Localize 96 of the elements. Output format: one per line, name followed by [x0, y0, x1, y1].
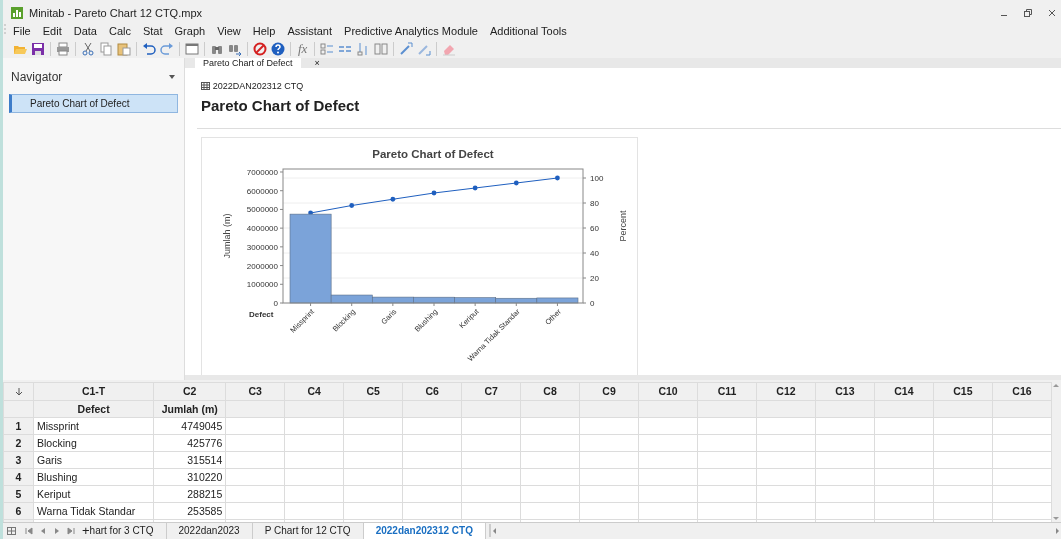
table-cell[interactable]: Keriput — [33, 485, 154, 503]
save-icon[interactable] — [31, 41, 45, 56]
menu-item[interactable]: Data — [67, 21, 103, 40]
cancel-icon[interactable] — [253, 41, 267, 56]
column-header[interactable]: C15 — [933, 382, 993, 401]
menu-item[interactable]: Stat — [136, 21, 169, 40]
worksheet-icon — [201, 82, 210, 91]
table-cell[interactable]: 4749045 — [153, 417, 226, 435]
column-header[interactable]: C3 — [225, 382, 285, 401]
next-sheet-icon[interactable] — [53, 527, 61, 535]
sheet-tab[interactable]: 2022dan2023 — [166, 523, 253, 539]
column-layout-icon[interactable] — [320, 41, 335, 56]
column-header[interactable]: C12 — [756, 382, 816, 401]
sheet-tab[interactable]: P Chart for 12 CTQ — [252, 523, 364, 539]
axis-label: Defect — [249, 309, 274, 319]
menu-item[interactable]: Help — [246, 21, 282, 40]
grip-icon — [3, 21, 7, 36]
column-header[interactable]: C14 — [874, 382, 934, 401]
first-sheet-icon[interactable] — [25, 527, 33, 535]
axis-tick-label: 1000000 — [246, 280, 278, 289]
column-header[interactable]: C1-T — [33, 382, 154, 401]
paste-icon[interactable] — [117, 41, 131, 56]
navigator-item[interactable]: Pareto Chart of Defect — [9, 93, 178, 113]
app-logo-icon — [11, 6, 23, 19]
table-cell[interactable]: Blushing — [33, 468, 154, 486]
axis-tick-label: 2000000 — [246, 261, 278, 271]
axis-tick-label: 3000000 — [246, 242, 278, 252]
table-cell[interactable]: Garis — [33, 451, 154, 469]
menu-item[interactable]: Predictive Analytics Module — [338, 21, 484, 40]
scroll-right-icon[interactable] — [1053, 527, 1061, 535]
menu-item[interactable]: View — [211, 21, 247, 40]
copy-icon[interactable] — [99, 41, 113, 56]
worksheet-label: 2022DAN202312 CTQ — [212, 79, 304, 93]
menu-item[interactable]: Edit — [36, 21, 68, 40]
axis-label: Jumlah (m) — [222, 213, 232, 259]
sheet-tab[interactable]: hart for 3 CTQ — [89, 523, 167, 539]
last-sheet-icon[interactable] — [67, 527, 75, 535]
column-header[interactable]: C16 — [992, 382, 1052, 401]
add-sheet-button[interactable]: + — [82, 523, 90, 539]
column-header[interactable]: C7 — [461, 382, 521, 401]
print-icon[interactable] — [56, 41, 70, 56]
axis-tick-label: 0 — [590, 298, 595, 308]
menu-item[interactable]: Graph — [168, 21, 212, 40]
undo-icon[interactable] — [142, 41, 156, 56]
table-cell[interactable]: 253585 — [153, 502, 226, 520]
redo-icon[interactable] — [160, 41, 174, 56]
column-header[interactable]: C6 — [402, 382, 462, 401]
tab-close-button[interactable]: × — [314, 57, 320, 68]
axis-tick-label: 7000000 — [246, 167, 278, 177]
close-icon[interactable] — [1047, 7, 1057, 18]
column-header[interactable]: C10 — [638, 382, 698, 401]
menu-item[interactable]: Additional Tools — [483, 21, 573, 40]
output-heading: Pareto Chart of Defect — [201, 95, 361, 116]
table-cell[interactable]: Warna Tidak Standar — [33, 502, 154, 520]
down-arrow-icon[interactable] — [14, 388, 23, 397]
stack-icon[interactable] — [374, 41, 389, 56]
formula-button[interactable]: fx — [298, 39, 308, 59]
brush-up-icon[interactable] — [399, 41, 414, 56]
sheet-tab[interactable]: 2022dan202312 CTQ — [363, 523, 486, 539]
column-header[interactable]: C5 — [343, 382, 403, 401]
column-header[interactable]: C13 — [815, 382, 875, 401]
window-icon[interactable] — [185, 41, 199, 56]
axis-label: Percent — [618, 210, 628, 242]
column-header[interactable]: C8 — [520, 382, 580, 401]
axis-tick-label: 100 — [590, 173, 604, 183]
axis-tick-label: 0 — [273, 298, 278, 308]
menu-item[interactable]: File — [7, 21, 37, 40]
output-tab[interactable]: Pareto Chart of Defect — [195, 57, 301, 68]
dropdown-caret-icon[interactable] — [168, 72, 176, 81]
axis-tick-label: 4000000 — [246, 223, 278, 233]
column-header[interactable]: C2 — [153, 382, 226, 401]
column-header[interactable]: C9 — [579, 382, 639, 401]
table-cell[interactable]: 288215 — [153, 485, 226, 503]
table-cell[interactable]: 315514 — [153, 451, 226, 469]
table-cell[interactable]: 425776 — [153, 434, 226, 452]
table-cell[interactable]: 310220 — [153, 468, 226, 486]
menu-item[interactable]: Calc — [102, 21, 137, 40]
chart-title: Pareto Chart of Defect — [372, 147, 494, 160]
sheet-grid-icon[interactable] — [7, 527, 16, 535]
axis-tick-label: 5000000 — [246, 205, 278, 215]
previous-sheet-icon[interactable] — [39, 527, 47, 535]
menu-item[interactable]: Assistant — [281, 21, 339, 40]
column-header[interactable]: C11 — [697, 382, 757, 401]
table-cell[interactable]: Blocking — [33, 434, 154, 452]
axis-tick-label: 6000000 — [246, 186, 278, 196]
axis-tick-label: 40 — [590, 248, 599, 258]
help-icon[interactable] — [271, 41, 285, 56]
cut-icon[interactable] — [81, 41, 95, 56]
axis-tick-label: 60 — [590, 223, 599, 233]
table-cell[interactable]: Missprint — [33, 417, 154, 435]
window-title: Minitab - Pareto Chart 12 CTQ.mpx — [29, 5, 202, 21]
panel-title: Navigator — [11, 68, 64, 86]
axis-tick-label: 20 — [590, 273, 599, 283]
axis-tick-label: 80 — [590, 198, 599, 208]
column-header[interactable]: C4 — [284, 382, 344, 401]
restore-icon[interactable] — [1023, 7, 1033, 18]
